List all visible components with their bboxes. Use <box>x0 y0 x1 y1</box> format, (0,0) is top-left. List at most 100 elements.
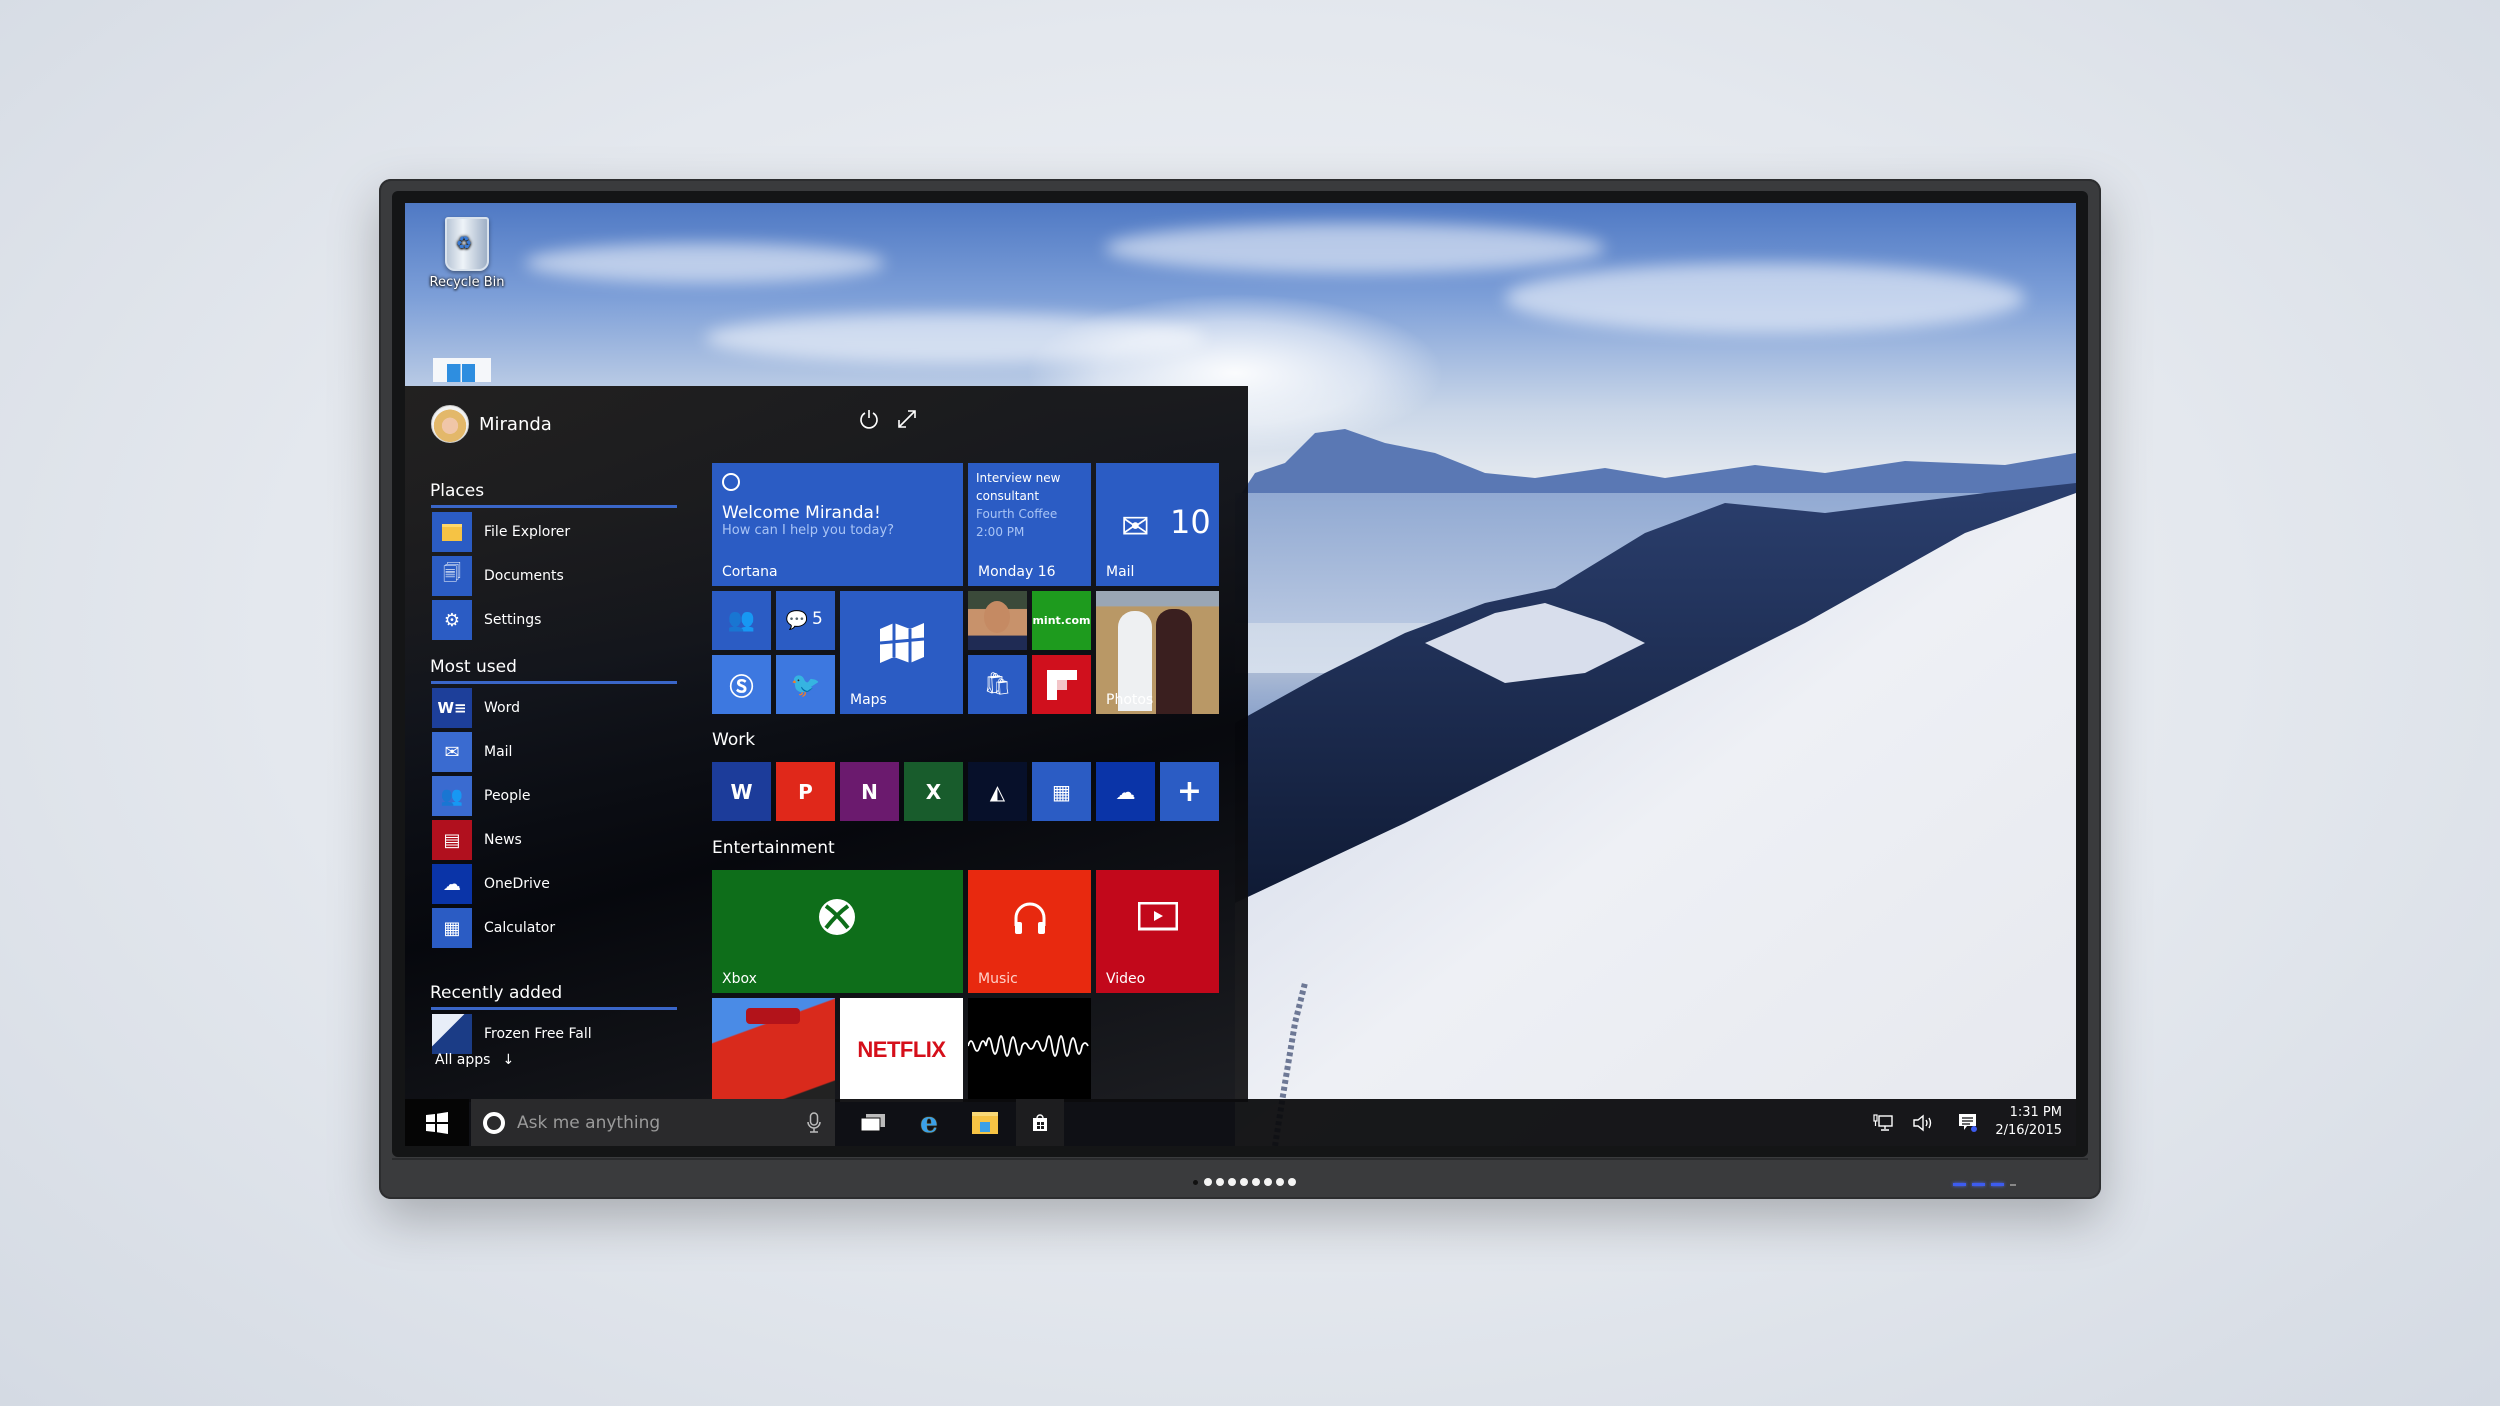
usb-port <box>1991 1183 2004 1186</box>
tile-music[interactable]: Music <box>968 870 1091 993</box>
expand-icon <box>898 410 916 428</box>
word-icon: W <box>730 779 753 804</box>
tile-add[interactable]: + <box>1160 762 1219 821</box>
user-name: Miranda <box>479 413 552 435</box>
volume-button[interactable] <box>1905 1099 1941 1146</box>
tile-flipboard[interactable] <box>1032 655 1091 714</box>
tile-label: Maps <box>850 692 887 708</box>
calculator-icon: ▦ <box>1052 779 1071 804</box>
network-button[interactable] <box>1865 1099 1901 1146</box>
sensor-dot <box>1193 1179 1198 1185</box>
tile-onedrive[interactable]: ☁ <box>1096 762 1155 821</box>
onenote-icon: N <box>861 779 878 804</box>
cortana-icon <box>722 473 740 491</box>
hardware-button[interactable] <box>1204 1178 1212 1186</box>
tile-dynamics[interactable]: ◭ <box>968 762 1027 821</box>
calendar-event: Interview new consultant Fourth Coffee 2… <box>976 469 1060 541</box>
list-item-documents[interactable]: 🗐 Documents <box>432 556 564 596</box>
tile-word[interactable]: W <box>712 762 771 821</box>
clock[interactable]: 1:31 PM 2/16/2015 <box>1995 1104 2062 1140</box>
tile-twitter[interactable]: 🐦 <box>776 655 835 714</box>
section-divider <box>431 505 677 508</box>
tile-xbox[interactable]: Xbox <box>712 870 963 993</box>
list-item-mail[interactable]: ✉ Mail <box>432 732 512 772</box>
taskbar-app-store[interactable] <box>1016 1099 1064 1146</box>
tile-mail[interactable]: ✉ 10 Mail <box>1096 463 1219 586</box>
usb-port <box>1972 1183 1985 1186</box>
tile-onenote[interactable]: N <box>840 762 899 821</box>
headphones-icon <box>1014 902 1046 934</box>
list-item-news[interactable]: ▤ News <box>432 820 522 860</box>
group-header-entertainment: Entertainment <box>712 838 835 858</box>
all-apps-label: All apps <box>435 1052 491 1068</box>
user-account[interactable]: Miranda <box>431 405 552 443</box>
tile-label: Xbox <box>722 971 757 987</box>
recycle-bin-label: Recycle Bin <box>429 275 505 290</box>
tile-label: Music <box>978 971 1018 987</box>
desktop-icon-recycle-bin[interactable]: Recycle Bin <box>427 217 507 290</box>
list-item-settings[interactable]: ⚙ Settings <box>432 600 541 640</box>
tile-netflix[interactable]: NETFLIX <box>840 998 963 1102</box>
tile-people[interactable]: 👥 <box>712 591 771 650</box>
store-icon <box>1033 1113 1047 1131</box>
section-header-most-used: Most used <box>430 657 517 677</box>
list-item-label: Mail <box>484 744 513 760</box>
list-item-onedrive[interactable]: ☁ OneDrive <box>432 864 550 904</box>
video-icon <box>1138 902 1178 931</box>
task-view-button[interactable] <box>849 1099 897 1146</box>
tile-cortana[interactable]: Welcome Miranda! How can I help you toda… <box>712 463 963 586</box>
tile-store[interactable]: 🛍 <box>968 655 1027 714</box>
mint-logo: mint.com <box>1032 614 1091 627</box>
tile-video[interactable]: Video <box>1096 870 1219 993</box>
onedrive-icon: ☁ <box>1115 779 1136 804</box>
hardware-button[interactable] <box>1228 1178 1236 1186</box>
list-item-label: News <box>484 832 522 848</box>
tile-soundwave[interactable] <box>968 998 1091 1102</box>
hardware-button[interactable] <box>1240 1178 1248 1186</box>
tile-powerpoint[interactable]: P <box>776 762 835 821</box>
network-icon <box>1873 1113 1893 1131</box>
list-item-people[interactable]: 👥 People <box>432 776 531 816</box>
search-box[interactable]: Ask me anything <box>471 1099 835 1146</box>
tile-photos[interactable]: Photos <box>1096 591 1219 714</box>
tile-skype[interactable]: Ⓢ <box>712 655 771 714</box>
list-item-frozen-free-fall[interactable]: Frozen Free Fall <box>432 1014 592 1054</box>
section-header-recently-added: Recently added <box>430 983 563 1003</box>
list-item-file-explorer[interactable]: File Explorer <box>432 512 570 552</box>
action-center-button[interactable] <box>1950 1099 1986 1146</box>
list-item-word[interactable]: W≡ Word <box>432 688 520 728</box>
tile-maps[interactable]: Maps <box>840 591 963 714</box>
tile-contact-photo[interactable] <box>968 591 1027 650</box>
microphone-icon[interactable] <box>807 1111 821 1134</box>
taskbar-app-internet-explorer[interactable]: e <box>905 1099 953 1146</box>
tile-label: Monday 16 <box>978 564 1056 580</box>
hardware-button[interactable] <box>1288 1178 1296 1186</box>
start-button[interactable] <box>405 1099 469 1146</box>
tile-calculator[interactable]: ▦ <box>1032 762 1091 821</box>
taskbar-app-file-explorer[interactable] <box>961 1099 1009 1146</box>
tile-messaging[interactable]: 💬 5 <box>776 591 835 650</box>
tile-label: Video <box>1106 971 1146 987</box>
power-button[interactable] <box>851 401 887 437</box>
list-item-label: Frozen Free Fall <box>484 1026 592 1042</box>
people-icon: 👥 <box>727 608 756 633</box>
monitor-chin <box>392 1158 2088 1160</box>
event-title: consultant <box>976 489 1040 503</box>
flipboard-icon <box>1047 670 1077 700</box>
tile-calendar[interactable]: Interview new consultant Fourth Coffee 2… <box>968 463 1091 586</box>
all-apps-button[interactable]: All apps ↓ <box>435 1052 514 1068</box>
tile-excel[interactable]: X <box>904 762 963 821</box>
event-location: Fourth Coffee <box>976 507 1058 521</box>
hardware-button[interactable] <box>1276 1178 1284 1186</box>
hardware-button[interactable] <box>1216 1178 1224 1186</box>
hardware-button[interactable] <box>1264 1178 1272 1186</box>
usb-ports <box>1953 1183 2016 1186</box>
tile-mint[interactable]: mint.com <box>1032 591 1091 650</box>
tile-cars[interactable] <box>712 998 835 1102</box>
power-icon <box>860 410 878 429</box>
store-icon: 🛍 <box>983 672 1012 697</box>
list-item-calculator[interactable]: ▦ Calculator <box>432 908 555 948</box>
list-item-label: Settings <box>484 612 542 628</box>
hardware-button[interactable] <box>1252 1178 1260 1186</box>
expand-button[interactable] <box>889 401 925 437</box>
